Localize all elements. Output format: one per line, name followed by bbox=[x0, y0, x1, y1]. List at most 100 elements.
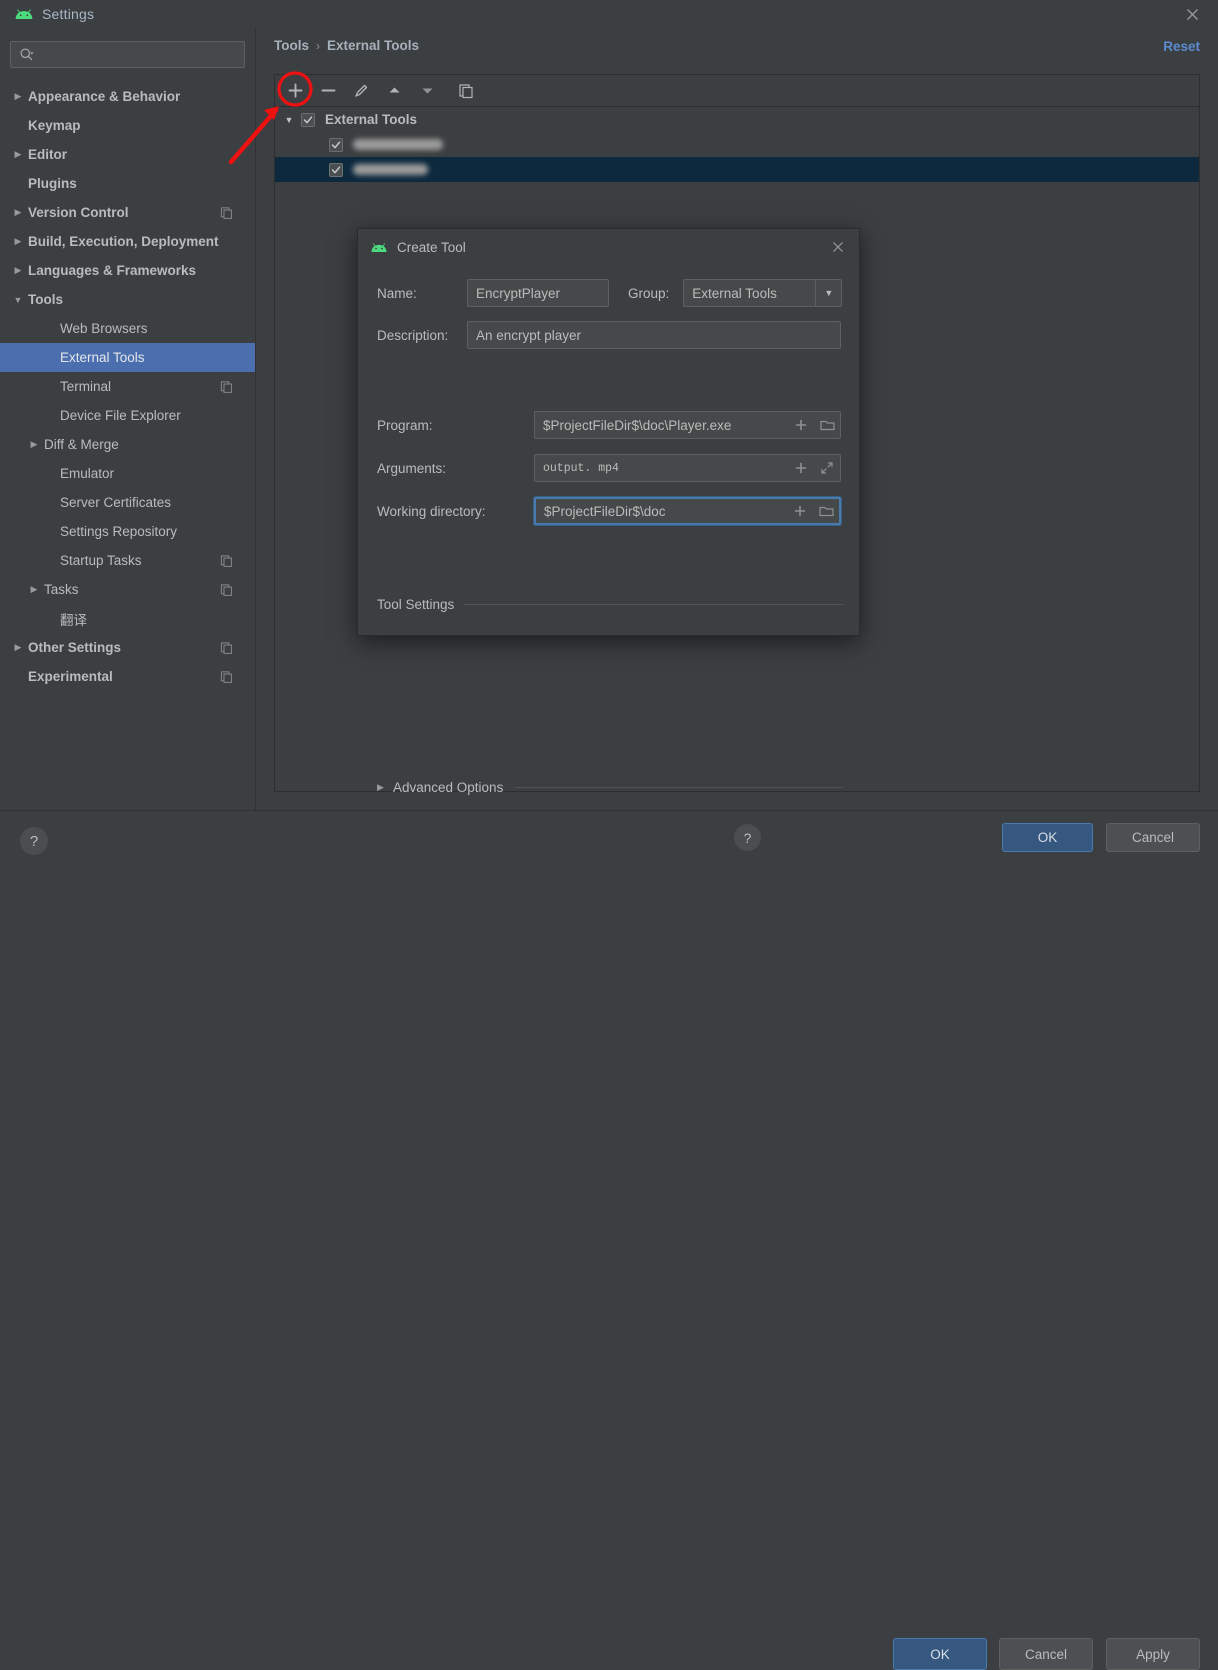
question-mark-icon[interactable]: ? bbox=[734, 824, 761, 851]
chevron-right-icon[interactable]: ▶ bbox=[10, 89, 26, 105]
chevron-right-icon[interactable]: ▶ bbox=[10, 234, 26, 250]
group-label: Group: bbox=[628, 285, 670, 301]
sidebar-item-terminal[interactable]: Terminal bbox=[0, 372, 255, 401]
sidebar-item-label: Keymap bbox=[28, 118, 81, 133]
sidebar-item-tasks[interactable]: ▶ Tasks bbox=[0, 575, 255, 604]
sidebar-item-label: Emulator bbox=[60, 466, 115, 481]
expand-diagonal-icon[interactable] bbox=[814, 455, 840, 481]
sidebar-item-languages-frameworks[interactable]: ▶ Languages & Frameworks bbox=[0, 256, 255, 285]
sidebar-item-tools[interactable]: ▼ Tools bbox=[0, 285, 255, 314]
android-logo-icon bbox=[15, 9, 33, 19]
sidebar-item-server-certificates[interactable]: Server Certificates bbox=[0, 488, 255, 517]
plus-icon[interactable] bbox=[788, 455, 814, 481]
sidebar-item-experimental[interactable]: Experimental bbox=[0, 662, 255, 691]
sidebar-item-settings-repository[interactable]: Settings Repository bbox=[0, 517, 255, 546]
reset-link[interactable]: Reset bbox=[1163, 39, 1200, 54]
section-divider bbox=[464, 604, 843, 605]
close-icon[interactable] bbox=[1180, 2, 1204, 26]
remove-tool-button[interactable] bbox=[314, 78, 342, 104]
chevron-down-icon[interactable]: ▼ bbox=[10, 292, 26, 308]
plus-icon[interactable] bbox=[787, 498, 813, 524]
move-down-button[interactable] bbox=[413, 78, 441, 104]
copy-icon bbox=[220, 206, 233, 219]
add-tool-button[interactable] bbox=[281, 78, 309, 104]
checkbox[interactable] bbox=[329, 162, 343, 177]
description-input[interactable]: An encrypt player bbox=[467, 321, 841, 349]
chevron-right-icon[interactable]: ▶ bbox=[10, 640, 26, 656]
sidebar-item-label: Startup Tasks bbox=[60, 553, 142, 568]
tree-row-external-tools[interactable]: ▼ External Tools bbox=[275, 107, 1199, 132]
sidebar-item-build-execution-deployment[interactable]: ▶ Build, Execution, Deployment bbox=[0, 227, 255, 256]
copy-icon bbox=[220, 554, 233, 567]
breadcrumb: Tools › External Tools bbox=[274, 38, 419, 53]
copy-icon bbox=[220, 583, 233, 596]
sidebar-item-label: Editor bbox=[28, 147, 67, 162]
chevron-down-icon[interactable]: ▼ bbox=[815, 280, 841, 306]
move-up-button[interactable] bbox=[380, 78, 408, 104]
sidebar-item-web-browsers[interactable]: Web Browsers bbox=[0, 314, 255, 343]
group-select[interactable]: External Tools ▼ bbox=[683, 279, 843, 307]
sidebar-item-label: Device File Explorer bbox=[60, 408, 181, 423]
folder-icon[interactable] bbox=[814, 412, 840, 438]
chevron-right-icon[interactable]: ▶ bbox=[26, 582, 42, 598]
sidebar-item-version-control[interactable]: ▶ Version Control bbox=[0, 198, 255, 227]
tree-row[interactable] bbox=[275, 132, 1199, 157]
plus-icon[interactable] bbox=[788, 412, 814, 438]
arguments-input[interactable]: output. mp4 bbox=[534, 454, 841, 482]
advanced-options-toggle[interactable]: ▶ Advanced Options bbox=[377, 780, 843, 795]
sidebar-item-plugins[interactable]: Plugins bbox=[0, 169, 255, 198]
sidebar-item-emulator[interactable]: Emulator bbox=[0, 459, 255, 488]
sidebar-item-label: Tools bbox=[28, 292, 63, 307]
sidebar-item-keymap[interactable]: Keymap bbox=[0, 111, 255, 140]
working-directory-input[interactable]: $ProjectFileDir$\doc bbox=[534, 497, 841, 525]
program-input[interactable]: $ProjectFileDir$\doc\Player.exe bbox=[534, 411, 841, 439]
breadcrumb-parent[interactable]: Tools bbox=[274, 38, 309, 53]
tree-row[interactable] bbox=[275, 157, 1199, 182]
question-mark-icon[interactable]: ? bbox=[20, 827, 48, 855]
copy-icon bbox=[220, 670, 233, 683]
sidebar-item-[interactable]: 翻译 bbox=[0, 604, 255, 633]
sidebar-item-editor[interactable]: ▶ Editor bbox=[0, 140, 255, 169]
sidebar-item-other-settings[interactable]: ▶ Other Settings bbox=[0, 633, 255, 662]
redacted-tool-name bbox=[353, 139, 443, 150]
folder-icon[interactable] bbox=[813, 498, 839, 524]
name-input[interactable]: EncryptPlayer bbox=[467, 279, 609, 307]
checkbox[interactable] bbox=[301, 112, 315, 127]
create-tool-dialog: Create Tool Name: EncryptPlayer Group: E… bbox=[357, 228, 1200, 852]
settings-sidebar: ▶ Appearance & Behavior Keymap ▶ Editor Plugi… bbox=[0, 28, 256, 810]
sidebar-item-label: Languages & Frameworks bbox=[28, 263, 197, 278]
chevron-right-icon[interactable]: ▶ bbox=[10, 147, 26, 163]
sidebar-item-external-tools[interactable]: External Tools bbox=[0, 343, 255, 372]
sidebar-item-device-file-explorer[interactable]: Device File Explorer bbox=[0, 401, 255, 430]
advanced-options-label: Advanced Options bbox=[393, 780, 504, 795]
group-value: External Tools bbox=[692, 285, 777, 301]
close-icon[interactable] bbox=[827, 236, 849, 258]
search-box[interactable] bbox=[10, 41, 245, 68]
dialog-cancel-button[interactable]: Cancel bbox=[1106, 823, 1200, 852]
search-input[interactable] bbox=[35, 46, 244, 63]
copy-tool-button[interactable] bbox=[452, 78, 480, 104]
breadcrumb-separator: › bbox=[316, 38, 320, 53]
edit-tool-button[interactable] bbox=[347, 78, 375, 104]
apply-button[interactable]: Apply bbox=[1106, 1638, 1200, 1670]
ok-button[interactable]: OK bbox=[893, 1638, 987, 1670]
sidebar-item-diff-merge[interactable]: ▶ Diff & Merge bbox=[0, 430, 255, 459]
dialog-ok-button[interactable]: OK bbox=[1002, 823, 1093, 852]
sidebar-item-appearance-behavior[interactable]: ▶ Appearance & Behavior bbox=[0, 82, 255, 111]
chevron-down-icon[interactable]: ▼ bbox=[281, 115, 297, 125]
cancel-button[interactable]: Cancel bbox=[999, 1638, 1093, 1670]
chevron-right-icon[interactable]: ▶ bbox=[26, 437, 42, 453]
sidebar-item-label: Settings Repository bbox=[60, 524, 178, 539]
chevron-right-icon[interactable]: ▶ bbox=[10, 263, 26, 279]
sidebar-item-startup-tasks[interactable]: Startup Tasks bbox=[0, 546, 255, 575]
copy-icon bbox=[220, 380, 233, 393]
checkbox[interactable] bbox=[329, 137, 343, 152]
dialog-title: Create Tool bbox=[397, 239, 466, 255]
chevron-right-icon[interactable]: ▶ bbox=[10, 205, 26, 221]
